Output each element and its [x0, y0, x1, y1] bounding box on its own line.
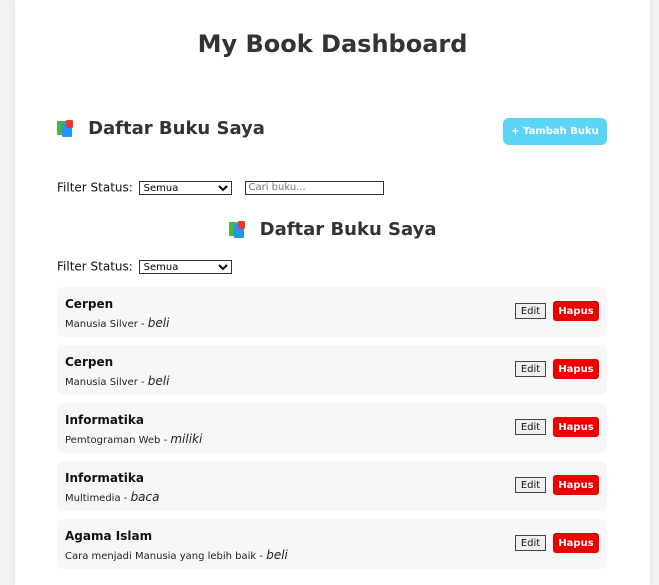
book-item: Cerpen Manusia Silver - beli Edit Hapus: [57, 345, 607, 395]
book-category: Cerpen: [65, 355, 114, 369]
book-title: Pemtograman Web: [65, 435, 161, 446]
filter-bar: Filter Status: Semua: [57, 180, 385, 195]
filter-status-label: Filter Status:: [57, 180, 133, 195]
list-filter-bar: Filter Status: Semua: [57, 259, 232, 274]
delete-button[interactable]: Hapus: [553, 417, 599, 437]
edit-button[interactable]: Edit: [515, 303, 546, 319]
books-icon: [57, 119, 77, 138]
book-section-header: Daftar Buku Saya + Tambah Buku: [57, 118, 607, 148]
list-section-header: Daftar Buku Saya: [15, 219, 650, 240]
book-category: Agama Islam: [65, 529, 153, 543]
delete-button[interactable]: Hapus: [553, 533, 599, 553]
delete-button[interactable]: Hapus: [553, 301, 599, 321]
book-item: Cerpen Manusia Silver - beli Edit Hapus: [57, 287, 607, 337]
book-status: baca: [130, 490, 160, 504]
list-status-filter-select[interactable]: Semua: [138, 259, 232, 274]
delete-button[interactable]: Hapus: [553, 475, 599, 495]
book-status: beli: [147, 374, 170, 388]
books-icon: [228, 220, 249, 239]
book-subtitle: Cara menjadi Manusia yang lebih baik - b…: [65, 548, 288, 562]
book-category: Cerpen: [65, 297, 114, 311]
book-category: Informatika: [65, 413, 144, 427]
book-title: Multimedia: [65, 493, 121, 504]
book-status: beli: [147, 316, 170, 330]
book-title: Manusia Silver: [65, 377, 138, 388]
book-category: Informatika: [65, 471, 144, 485]
book-status: beli: [266, 548, 288, 562]
book-item: Agama Islam Cara menjadi Manusia yang le…: [57, 519, 607, 569]
book-title: Cara menjadi Manusia yang lebih baik: [65, 551, 257, 562]
page-title: My Book Dashboard: [197, 30, 468, 58]
book-item: Informatika Multimedia - baca Edit Hapus: [57, 461, 607, 511]
delete-button[interactable]: Hapus: [553, 359, 599, 379]
list-section-title: Daftar Buku Saya: [259, 219, 437, 240]
dashboard-card: My Book Dashboard Daftar Buku Saya + Tam…: [15, 0, 650, 585]
status-filter-select[interactable]: Semua: [138, 180, 232, 195]
edit-button[interactable]: Edit: [515, 535, 546, 551]
book-subtitle: Multimedia - baca: [65, 490, 160, 504]
edit-button[interactable]: Edit: [515, 419, 546, 435]
search-input[interactable]: [245, 180, 385, 195]
edit-button[interactable]: Edit: [515, 361, 546, 377]
filter-status-label: Filter Status:: [57, 259, 133, 274]
book-subtitle: Pemtograman Web - miliki: [65, 432, 203, 446]
book-status: miliki: [170, 432, 203, 446]
book-item: Informatika Pemtograman Web - miliki Edi…: [57, 403, 607, 453]
book-subtitle: Manusia Silver - beli: [65, 374, 170, 388]
book-list: Cerpen Manusia Silver - beli Edit Hapus …: [57, 287, 607, 577]
book-title: Manusia Silver: [65, 319, 138, 330]
edit-button[interactable]: Edit: [515, 477, 546, 493]
book-subtitle: Manusia Silver - beli: [65, 316, 170, 330]
add-book-button[interactable]: + Tambah Buku: [503, 118, 607, 145]
section-title: Daftar Buku Saya: [88, 118, 265, 139]
